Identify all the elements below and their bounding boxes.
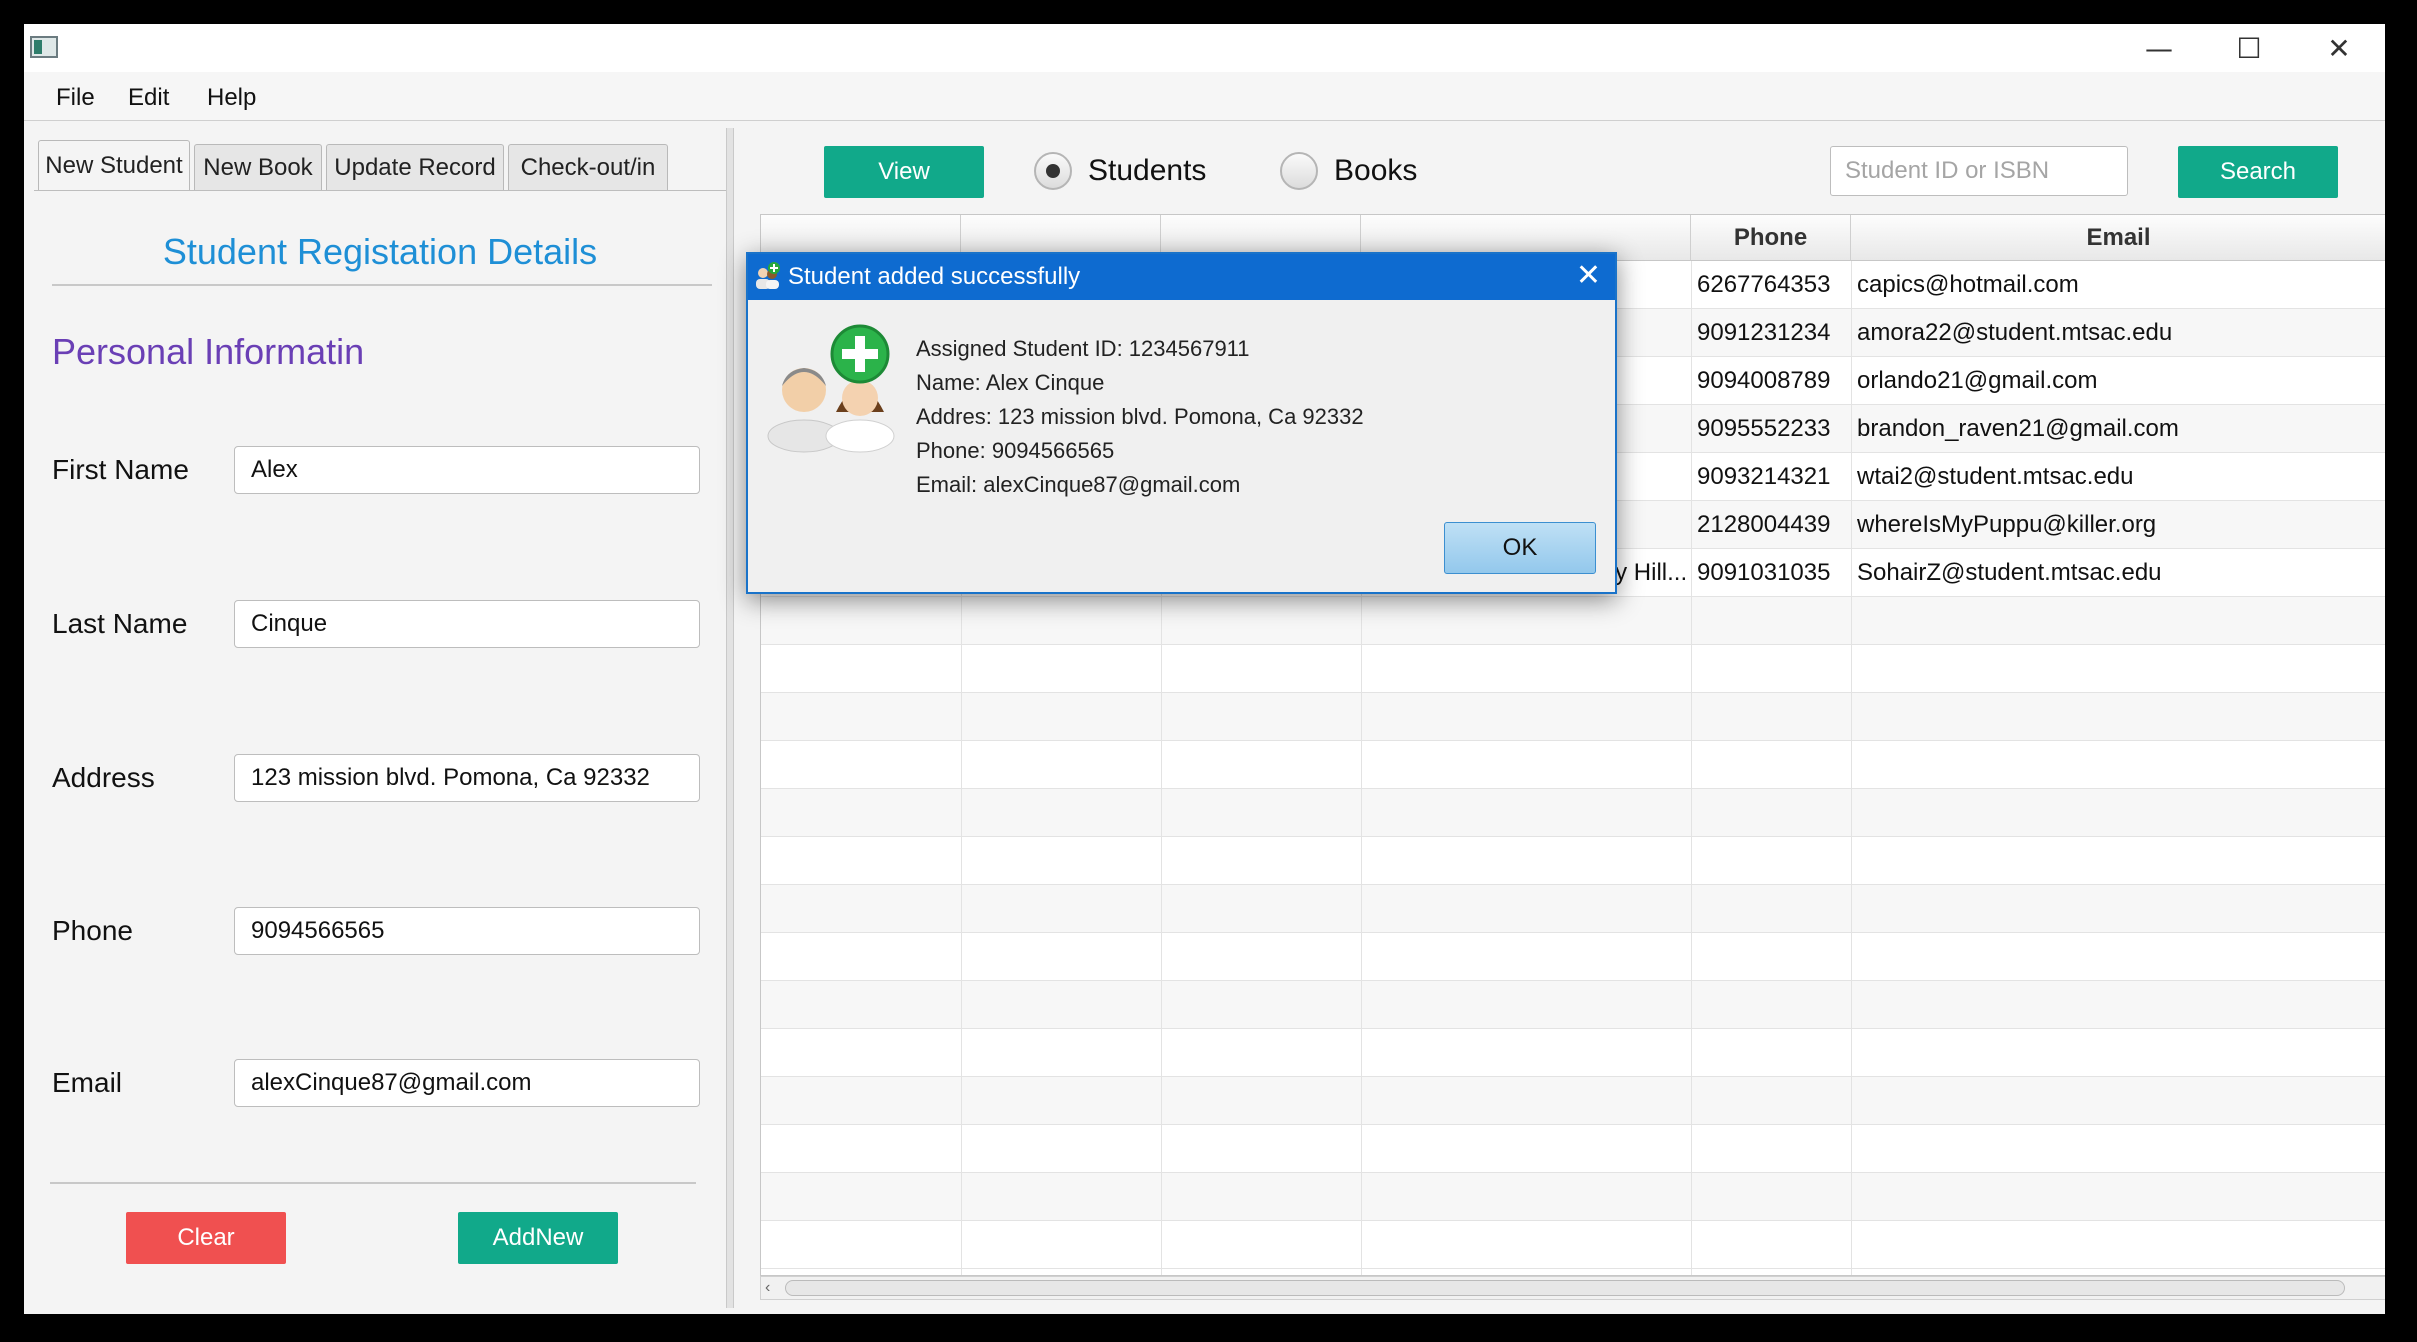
close-icon: ✕	[2327, 31, 2351, 65]
split-pane-divider[interactable]	[726, 128, 734, 1308]
table-row[interactable]	[761, 1125, 2385, 1173]
table-row[interactable]	[761, 1029, 2385, 1077]
column-header-phone[interactable]: Phone	[1691, 215, 1851, 261]
table-cell: 9095552233	[1697, 415, 1831, 442]
tab-update-record[interactable]: Update Record	[326, 144, 504, 190]
table-row[interactable]	[761, 1077, 2385, 1125]
scrollbar-thumb[interactable]	[785, 1280, 2345, 1296]
success-dialog: Student added successfully ✕ Assigned St…	[746, 252, 1617, 594]
table-cell: amora22@student.mtsac.edu	[1857, 319, 2173, 346]
tab-new-book[interactable]: New Book	[194, 144, 322, 190]
minimize-button[interactable]: —	[2114, 24, 2204, 72]
tab-check-out-in[interactable]: Check-out/in	[508, 144, 668, 190]
tab-new-student[interactable]: New Student	[38, 140, 190, 190]
email-label: Email	[52, 1067, 123, 1098]
menu-file[interactable]: File	[56, 84, 95, 112]
email-field[interactable]: alexCinque87@gmail.com	[234, 1059, 700, 1107]
menu-help[interactable]: Help	[207, 84, 256, 112]
dialog-phone: Phone: 9094566565	[916, 438, 1115, 463]
column-separator	[1851, 261, 1852, 1275]
table-row[interactable]	[761, 597, 2385, 645]
table-row[interactable]	[761, 645, 2385, 693]
dialog-email: Email: alexCinque87@gmail.com	[916, 472, 1241, 497]
column-separator	[1691, 261, 1692, 1275]
dialog-name: Name: Alex Cinque	[916, 370, 1105, 395]
user-add-icon	[767, 324, 895, 453]
title-bar: — ☐ ✕	[24, 24, 2385, 72]
column-header-email[interactable]: Email	[1851, 215, 2385, 261]
books-radio-label[interactable]: Books	[1334, 154, 1417, 188]
table-cell: SohairZ@student.mtsac.edu	[1857, 559, 2162, 586]
form-footer-divider	[50, 1182, 696, 1184]
table-row[interactable]	[761, 1173, 2385, 1221]
table-cell: 2128004439	[1697, 511, 1831, 538]
books-radio[interactable]	[1280, 152, 1318, 190]
table-row[interactable]	[761, 933, 2385, 981]
app-window: — ☐ ✕ File Edit Help New Student New Boo…	[24, 24, 2385, 1314]
menu-edit[interactable]: Edit	[128, 84, 169, 112]
table-row[interactable]	[761, 981, 2385, 1029]
table-cell: 6267764353	[1697, 271, 1831, 298]
dialog-address: Addres: 123 mission blvd. Pomona, Ca 923…	[916, 404, 1364, 429]
table-row[interactable]	[761, 1221, 2385, 1269]
table-cell: whereIsMyPuppu@killer.org	[1857, 511, 2157, 538]
phone-field[interactable]: 9094566565	[234, 907, 700, 955]
address-field[interactable]: 123 mission blvd. Pomona, Ca 92332	[234, 754, 700, 802]
view-button[interactable]: View	[824, 146, 984, 198]
table-cell: brandon_raven21@gmail.com	[1857, 415, 2179, 442]
minimize-icon: —	[2145, 31, 2173, 65]
dialog-student-id: Assigned Student ID: 1234567911	[916, 336, 1250, 361]
menu-bar: File Edit Help	[24, 72, 2385, 121]
tab-divider	[34, 190, 726, 191]
heading-divider	[52, 284, 712, 286]
students-radio[interactable]	[1034, 152, 1072, 190]
dialog-title: Student added successfully	[788, 263, 1081, 290]
form-heading: Student Registation Details	[162, 231, 598, 272]
table-cell: wtai2@student.mtsac.edu	[1857, 463, 2134, 490]
first-name-field[interactable]: Alex	[234, 446, 700, 494]
horizontal-scrollbar[interactable]: ‹	[760, 1276, 2385, 1300]
first-name-label: First Name	[52, 454, 189, 485]
table-cell: 9093214321	[1697, 463, 1831, 490]
maximize-icon: ☐	[2236, 31, 2262, 65]
scroll-left-icon[interactable]: ‹	[765, 1277, 770, 1299]
address-label: Address	[52, 762, 155, 793]
clear-button[interactable]: Clear	[126, 1212, 286, 1264]
phone-label: Phone	[52, 915, 133, 946]
table-cell: 9094008789	[1697, 367, 1831, 394]
maximize-button[interactable]: ☐	[2204, 24, 2294, 72]
search-button[interactable]: Search	[2178, 146, 2338, 198]
close-button[interactable]: ✕	[2294, 24, 2384, 72]
table-cell: capics@hotmail.com	[1857, 271, 2079, 298]
app-icon	[30, 36, 58, 58]
table-cell: 9091031035	[1697, 559, 1831, 586]
table-row[interactable]	[761, 837, 2385, 885]
dialog-title-bar: Student added successfully ✕	[748, 254, 1615, 300]
last-name-label: Last Name	[52, 608, 188, 639]
dialog-close-icon[interactable]: ✕	[1576, 258, 1601, 293]
user-add-small-icon	[756, 262, 780, 289]
table-cell: 9091231234	[1697, 319, 1831, 346]
registration-pane: New Student New Book Update Record Check…	[34, 136, 726, 1306]
last-name-field[interactable]: Cinque	[234, 600, 700, 648]
table-row[interactable]	[761, 741, 2385, 789]
students-radio-label[interactable]: Students	[1088, 154, 1206, 188]
search-input[interactable]: Student ID or ISBN	[1830, 146, 2128, 196]
add-new-button[interactable]: AddNew	[458, 1212, 618, 1264]
table-row[interactable]	[761, 885, 2385, 933]
table-row[interactable]	[761, 789, 2385, 837]
ok-button[interactable]: OK	[1444, 522, 1596, 574]
table-cell: orlando21@gmail.com	[1857, 367, 2098, 394]
table-row[interactable]	[761, 693, 2385, 741]
section-title: Personal Informatin	[52, 331, 365, 372]
